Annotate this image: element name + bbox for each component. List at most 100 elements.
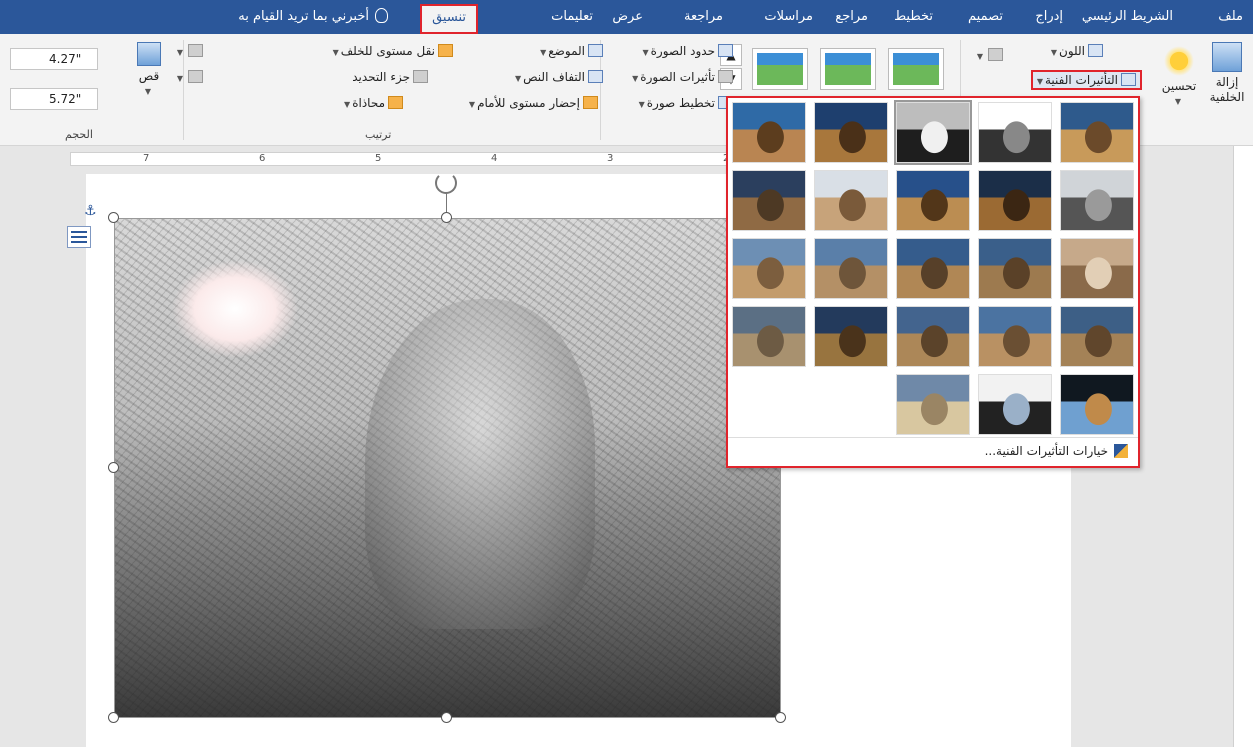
artistic-effects-button[interactable]: التأثيرات الفنية▼ [1030,70,1142,90]
height-value: 4.27" [49,52,82,66]
crop-icon [137,42,161,66]
effects-icon [718,70,733,83]
artistic-effects-gallery: خيارات التأثيرات الفنية... [726,96,1140,468]
artistic-effect-thumb-film-grain[interactable] [896,238,970,299]
position-icon [588,44,603,57]
artistic-effect-thumb-pencil-sketch[interactable] [814,102,888,163]
tab-format[interactable]: تنسيق [420,4,478,34]
artistic-effect-thumb-chalk-sketch[interactable] [1060,170,1134,231]
tab-view[interactable]: عرض [612,0,643,34]
picture-layout-label: تخطيط صورة [646,96,715,110]
tab-mailings[interactable]: مراسلات [764,0,813,34]
picture-style-thumb[interactable] [888,48,944,90]
tab-design[interactable]: تصميم [968,0,1003,34]
picture-layout-button[interactable]: تخطيط صورة▼ [639,96,733,110]
artistic-effects-options-link[interactable]: خيارات التأثيرات الفنية... [985,444,1128,458]
wrap-text-icon [588,70,603,83]
artistic-effect-thumb-texturizer[interactable] [978,306,1052,367]
artistic-effect-thumb-marker[interactable] [978,102,1052,163]
resize-handle[interactable] [775,712,786,723]
tab-help[interactable]: تعليمات [551,0,593,34]
chevron-down-icon: ▼ [144,87,152,96]
sun-icon [1164,46,1194,76]
width-input[interactable]: 5.72" [10,88,98,110]
corrections-label: تحسين [1161,79,1197,93]
group-icon [188,44,203,57]
send-backward-label: نقل مستوى للخلف [340,44,435,58]
picture-effects-button[interactable]: تأثيرات الصورة▼ [632,70,733,84]
corrections-button[interactable]: تحسين ▼ [1155,46,1203,109]
chevron-down-icon: ▼ [1174,97,1182,106]
group-button[interactable]: ▼ [177,44,203,58]
artistic-effect-thumb-glow-edges[interactable] [896,374,970,435]
bring-forward-icon [583,96,598,109]
remove-background-icon [1212,42,1242,72]
pen-icon [718,44,733,57]
artistic-effect-thumb-pastels-smooth[interactable] [814,306,888,367]
color-icon [1088,44,1103,57]
vertical-ruler [1233,146,1253,747]
selection-pane-icon [413,70,428,83]
artistic-effect-thumb-watercolor-sponge[interactable] [978,238,1052,299]
artistic-effect-thumb-blur[interactable] [732,170,806,231]
resize-handle[interactable] [108,212,119,223]
width-value: 5.72" [49,92,82,106]
crop-label: قص [138,69,160,83]
resize-handle[interactable] [108,462,119,473]
position-label: الموضع [548,44,585,58]
remove-background-button[interactable]: إزالة الخلفية [1207,42,1247,105]
ruler-strip: 7 6 5 4 3 2 [70,152,740,166]
send-backward-icon [438,44,453,57]
height-input[interactable]: 4.27" [10,48,98,70]
selected-picture[interactable] [114,218,781,718]
artistic-effect-thumb-paint-strokes[interactable] [978,170,1052,231]
align-button[interactable]: محاذاة▼ [344,96,403,110]
tab-file[interactable]: ملف [1218,0,1243,34]
artistic-effect-thumb-crisscross-etching[interactable] [896,306,970,367]
remove-background-label: إزالة الخلفية [1209,75,1245,104]
artistic-effect-thumb-cement[interactable] [1060,306,1134,367]
artistic-effect-thumb-photocopy[interactable] [978,374,1052,435]
artistic-effect-thumb-plastic-wrap[interactable] [732,306,806,367]
rotate-button[interactable]: ▼ [177,70,203,84]
color-button[interactable]: اللون▼ [1051,44,1103,58]
rotate-icon [188,70,203,83]
tab-references[interactable]: مراجع [835,0,868,34]
artistic-effect-thumb-cutout[interactable] [1060,374,1134,435]
bring-forward-button[interactable]: إحضار مستوى للأمام▼ [469,96,598,110]
size-group-label: الحجم [65,128,93,141]
arrange-group-label: ترتيب [365,128,392,141]
tab-home[interactable]: الشريط الرئيسي [1082,0,1173,34]
tab-layout[interactable]: تخطيط [894,0,933,34]
artistic-effect-thumb-line-drawing[interactable] [732,102,806,163]
layout-options-icon[interactable] [67,226,91,248]
position-button[interactable]: الموضع▼ [540,44,603,58]
tab-insert[interactable]: إدراج [1035,0,1063,34]
artistic-effect-thumb-pencil-grayscale[interactable] [894,100,972,165]
picture-border-label: حدود الصورة [650,44,715,58]
resize-handle[interactable] [108,712,119,723]
artistic-effect-thumb-glass[interactable] [732,238,806,299]
wrap-text-button[interactable]: التفاف النص▼ [515,70,603,84]
artistic-effect-thumb-light-screen[interactable] [1060,238,1134,299]
picture-border-button[interactable]: حدود الصورة▼ [642,44,733,58]
resize-handle[interactable] [441,212,452,223]
artistic-effect-thumb-mosaic-bubbles[interactable] [814,238,888,299]
artistic-effect-thumb-glow-diffused[interactable] [814,170,888,231]
picture-style-thumb[interactable] [820,48,876,90]
picture-style-thumb[interactable] [752,48,808,90]
artistic-effect-thumb-none[interactable] [1060,102,1134,163]
rotate-handle-icon[interactable] [435,172,457,194]
gallery-separator [728,437,1138,438]
artistic-effect-thumb-paint-brush[interactable] [896,170,970,231]
crop-button[interactable]: قص ▼ [128,42,170,99]
compress-pictures-button[interactable]: ▼ [977,48,1003,62]
send-backward-button[interactable]: نقل مستوى للخلف▼ [333,44,453,58]
color-label: اللون [1059,44,1085,58]
tell-me-box[interactable]: أخبرني بما تريد القيام به [238,0,388,34]
tab-review[interactable]: مراجعة [684,0,723,34]
resize-handle[interactable] [441,712,452,723]
align-label: محاذاة [352,96,385,110]
lion-sketch [365,299,595,629]
selection-pane-button[interactable]: جزء التحديد [352,70,428,84]
